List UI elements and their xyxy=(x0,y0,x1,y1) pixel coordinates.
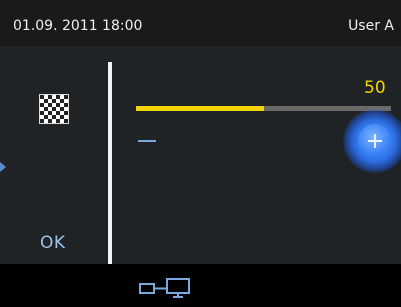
plus-sign-glyph xyxy=(368,134,382,148)
status-bar: 01.09. 2011 18:00 User A xyxy=(0,0,401,46)
left-edge-arrow-icon[interactable] xyxy=(0,162,6,172)
main-panel xyxy=(0,46,401,264)
level-slider-track[interactable] xyxy=(136,106,391,111)
datetime-label: 01.09. 2011 18:00 xyxy=(13,18,143,34)
slider-value: 50 xyxy=(364,78,386,98)
network-devices-icon[interactable] xyxy=(139,277,193,299)
level-slider-fill xyxy=(136,106,264,111)
checkerboard-icon[interactable] xyxy=(39,94,69,124)
bottom-bar xyxy=(0,264,401,307)
minus-icon[interactable] xyxy=(138,140,156,142)
ok-button[interactable]: OK xyxy=(40,233,66,253)
user-label[interactable]: User A xyxy=(348,18,394,34)
vertical-divider xyxy=(108,62,112,264)
device-screen: 01.09. 2011 18:00 User A OK 50 xyxy=(0,0,401,307)
plus-icon xyxy=(358,124,392,158)
plus-button[interactable] xyxy=(343,109,401,173)
